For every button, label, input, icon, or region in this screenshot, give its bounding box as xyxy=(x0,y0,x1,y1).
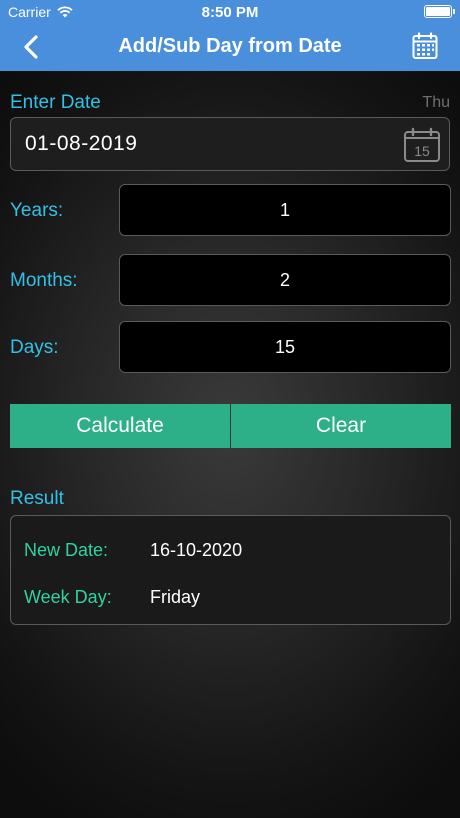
months-label: Months: xyxy=(10,270,78,291)
new-date-label: New Date: xyxy=(24,540,109,560)
calculate-button[interactable]: Calculate xyxy=(10,404,230,448)
battery-icon xyxy=(424,5,455,18)
date-picker-icon[interactable]: 15 xyxy=(403,127,441,163)
action-buttons: Calculate Clear xyxy=(10,404,451,448)
navigation-bar: Add/Sub Day from Date xyxy=(0,24,460,71)
result-label: Result xyxy=(10,488,64,509)
date-picker-day: 15 xyxy=(414,143,430,159)
days-label: Days: xyxy=(10,337,59,358)
status-time: 8:50 PM xyxy=(201,4,259,21)
week-day-label: Week Day: xyxy=(24,587,112,607)
years-label: Years: xyxy=(10,200,64,221)
weekday-hint: Thu xyxy=(422,94,450,111)
months-input[interactable]: 2 xyxy=(119,254,451,306)
date-value: 01-08-2019 xyxy=(25,132,138,155)
years-input[interactable]: 1 xyxy=(119,184,451,236)
new-date-value: 16-10-2020 xyxy=(150,540,243,560)
result-panel: New Date: 16-10-2020 Week Day: Friday xyxy=(10,515,451,625)
enter-date-label: Enter Date xyxy=(10,92,101,113)
date-input[interactable]: 01-08-2019 15 xyxy=(10,117,450,171)
days-input[interactable]: 15 xyxy=(119,321,451,373)
calendar-icon[interactable] xyxy=(412,32,438,60)
page-title: Add/Sub Day from Date xyxy=(118,35,342,57)
week-day-value: Friday xyxy=(150,587,201,607)
clear-button[interactable]: Clear xyxy=(231,404,451,448)
status-bar: Carrier 8:50 PM xyxy=(0,0,460,24)
